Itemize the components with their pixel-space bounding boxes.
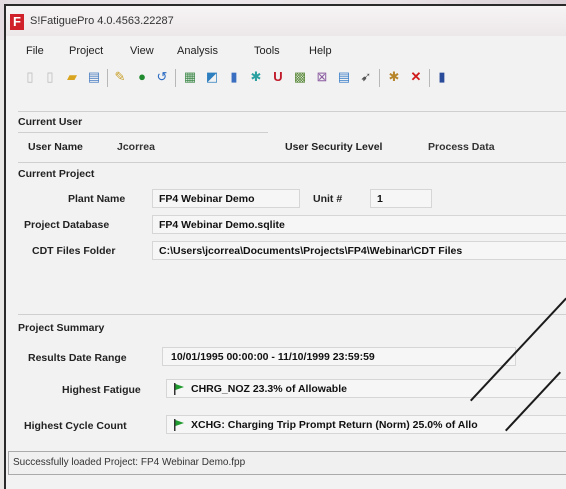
bar-chart-icon[interactable]: ▮ (226, 69, 242, 85)
current-project-header: Current Project (18, 168, 95, 180)
menu-file[interactable]: File (26, 45, 44, 57)
plant-name-value: FP4 Webinar Demo (159, 193, 255, 205)
edit-icon[interactable]: ✎ (112, 69, 128, 85)
exit-icon[interactable]: ▮ (434, 69, 450, 85)
highest-fatigue-field: CHRG_NOZ 23.3% of Allowable (166, 379, 566, 398)
plant-name-field: FP4 Webinar Demo (152, 189, 300, 208)
results-date-range-label: Results Date Range (28, 352, 127, 364)
security-level-value: Process Data (428, 141, 495, 153)
project-summary-header: Project Summary (18, 322, 105, 334)
security-level-label: User Security Level (285, 141, 383, 153)
project-database-label: Project Database (24, 219, 110, 231)
toolbar-separator (429, 69, 430, 87)
pin-icon[interactable]: ➹ (358, 69, 374, 85)
status-bar: Successfully loaded Project: FP4 Webinar… (8, 451, 566, 475)
cdt-folder-label: CDT Files Folder (32, 245, 116, 257)
project-database-field: FP4 Webinar Demo.sqlite (152, 215, 566, 234)
menu-project[interactable]: Project (69, 45, 103, 57)
settings-icon[interactable]: ✱ (386, 69, 402, 85)
highest-fatigue-label: Highest Fatigue (62, 384, 141, 396)
user-name-label: User Name (28, 141, 83, 153)
open-icon[interactable]: ▯ (42, 69, 58, 85)
divider (18, 111, 566, 112)
menu-bar: File Project View Analysis Tools Help (6, 42, 566, 62)
menu-tools[interactable]: Tools (254, 45, 280, 57)
highest-cycle-count-label: Highest Cycle Count (24, 420, 127, 432)
folder-icon[interactable]: ▰ (64, 69, 80, 85)
current-user-header: Current User (18, 116, 83, 128)
list-icon[interactable]: ▤ (336, 69, 352, 85)
table-icon[interactable]: ▦ (182, 69, 198, 85)
menu-view[interactable]: View (130, 45, 154, 57)
highest-cycle-count-value: XCHG: Charging Trip Prompt Return (Norm)… (191, 419, 478, 431)
results-date-range-value: 10/01/1995 00:00:00 - 11/10/1999 23:59:5… (171, 351, 375, 363)
grid-icon[interactable]: ▩ (292, 69, 308, 85)
title-bar: F S!FatiguePro 4.0.4563.22287 (6, 6, 566, 36)
divider (18, 132, 268, 133)
star-icon[interactable]: ✱ (248, 69, 264, 85)
highest-fatigue-value: CHRG_NOZ 23.3% of Allowable (191, 383, 347, 395)
results-date-range-field: 10/01/1995 00:00:00 - 11/10/1999 23:59:5… (162, 347, 516, 366)
unit-label: Unit # (313, 193, 343, 205)
undo-icon[interactable]: ↺ (154, 69, 170, 85)
unit-value: 1 (377, 193, 383, 205)
cdt-folder-value: C:\Users\jcorrea\Documents\Projects\FP4\… (159, 245, 463, 257)
toolbar: ▯ ▯ ▰ ▤ ✎ ● ↺ ▦ ◩ ▮ ✱ U ▩ ⊠ ▤ ➹ ✱ ✕ ▮ (20, 65, 566, 91)
delete-icon[interactable]: ✕ (408, 69, 424, 85)
green-flag-icon (174, 383, 184, 395)
new-icon[interactable]: ▯ (22, 69, 38, 85)
toolbar-separator (175, 69, 176, 87)
status-text: Successfully loaded Project: FP4 Webinar… (13, 457, 246, 468)
unit-field: 1 (370, 189, 432, 208)
project-database-value: FP4 Webinar Demo.sqlite (159, 219, 285, 231)
chart-icon[interactable]: ◩ (204, 69, 220, 85)
green-flag-icon (174, 419, 184, 431)
app-logo-icon: F (10, 14, 24, 30)
document-icon[interactable]: ▤ (86, 69, 102, 85)
run-icon[interactable]: ● (134, 69, 150, 85)
toolbar-separator (107, 69, 108, 87)
window-title: S!FatiguePro 4.0.4563.22287 (30, 15, 174, 27)
toolbar-separator (379, 69, 380, 87)
user-name-value: Jcorrea (117, 141, 155, 153)
app-window: F S!FatiguePro 4.0.4563.22287 File Proje… (4, 4, 566, 489)
plant-name-label: Plant Name (68, 193, 126, 205)
magnet-icon[interactable]: U (270, 69, 286, 85)
divider (18, 314, 566, 315)
menu-help[interactable]: Help (309, 45, 332, 57)
cdt-folder-field: C:\Users\jcorrea\Documents\Projects\FP4\… (152, 241, 566, 260)
menu-analysis[interactable]: Analysis (177, 45, 218, 57)
divider (18, 162, 566, 163)
report-icon[interactable]: ⊠ (314, 69, 330, 85)
